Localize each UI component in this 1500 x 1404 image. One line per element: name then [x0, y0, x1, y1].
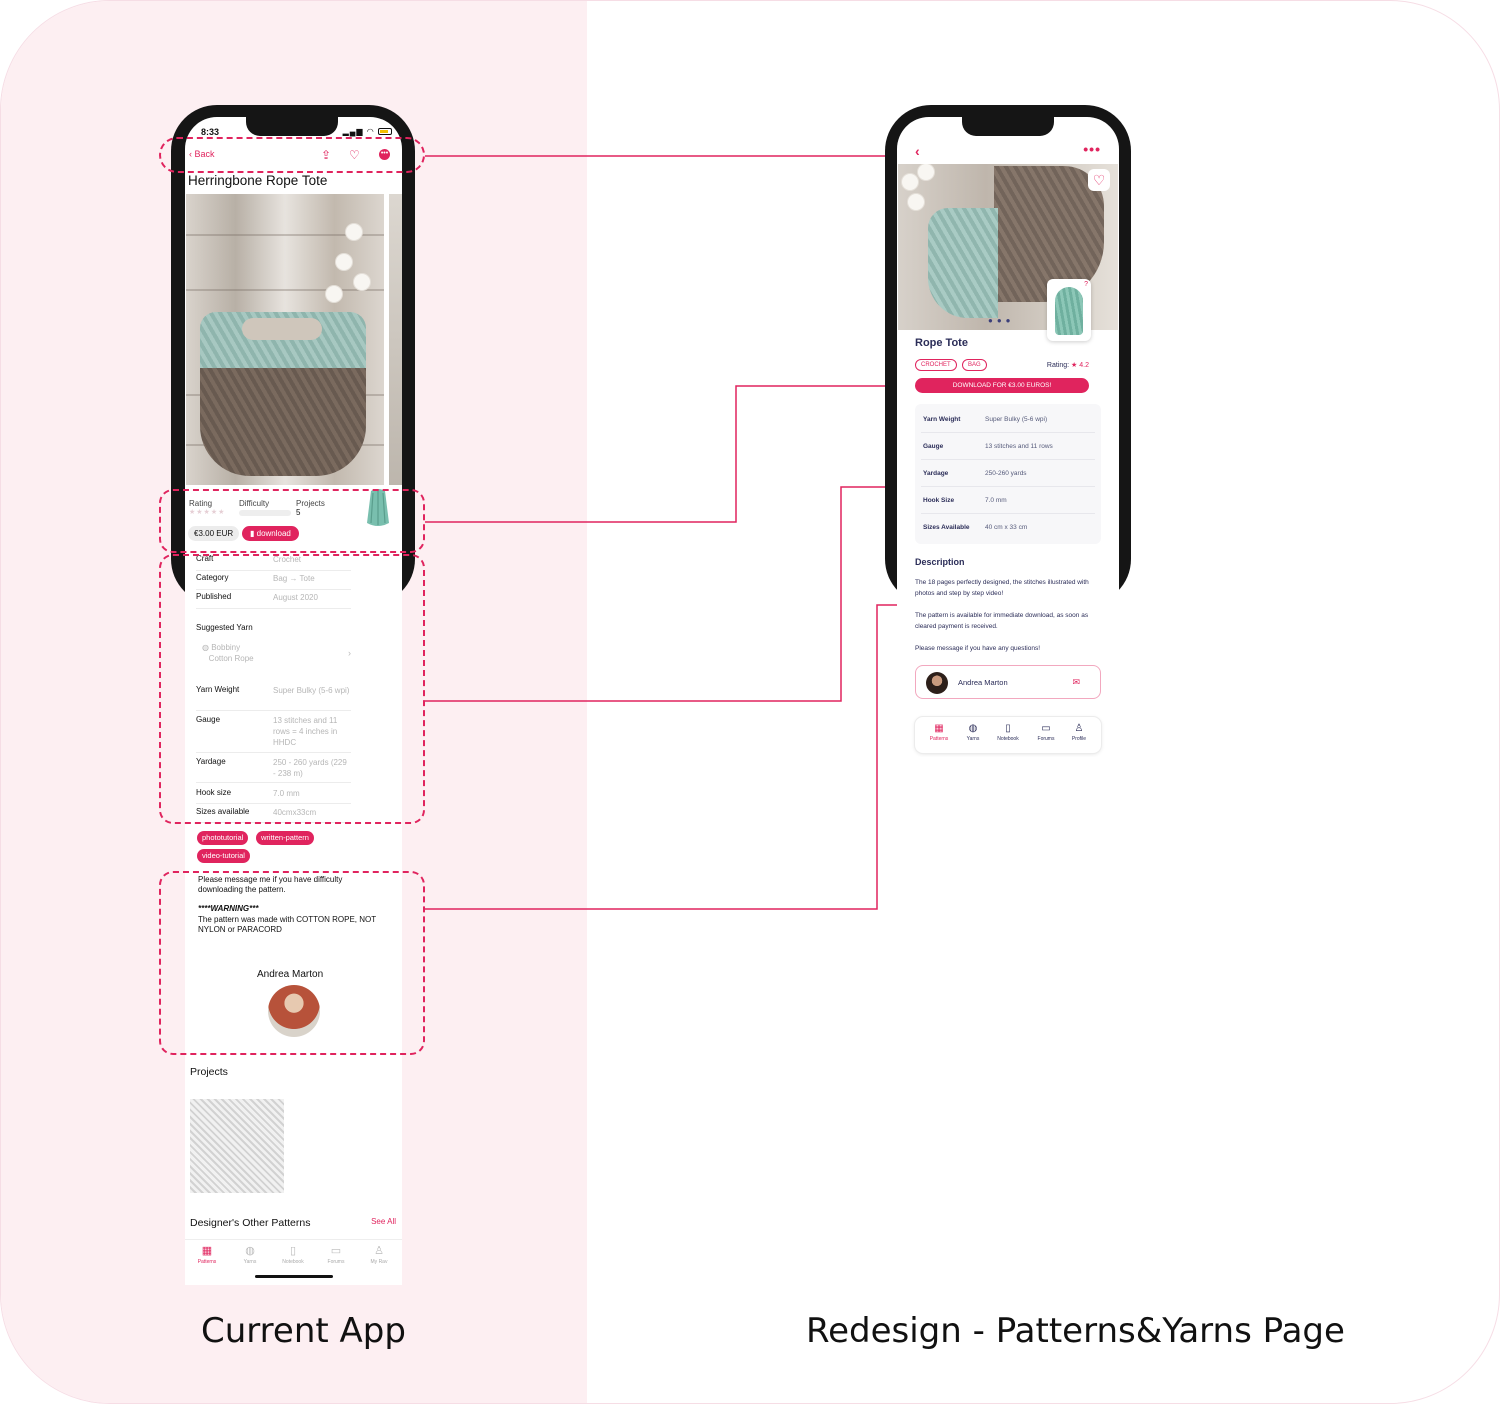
rating-value: 4.2 — [1079, 362, 1089, 369]
phone-notch — [962, 114, 1054, 136]
spec-key: Gauge — [923, 443, 944, 450]
tab-forums[interactable]: ▭ Forums — [1028, 723, 1064, 742]
chip-bag[interactable]: BAG — [962, 359, 987, 371]
description-paragraph: The 18 pages perfectly designed, the sti… — [915, 579, 1089, 597]
mail-icon[interactable]: ✉ — [1072, 677, 1080, 688]
spec-row-gauge: Gauge 13 stitches and 11 rows — [921, 433, 1095, 460]
spec-key: Sizes Available — [923, 524, 970, 531]
carousel-dots[interactable]: ●●● — [988, 316, 1015, 325]
spec-row-yarn-weight: Yarn Weight Super Bulky (5-6 wpi) — [921, 406, 1095, 433]
author-avatar — [926, 672, 948, 694]
author-name: Andrea Marton — [958, 678, 1008, 687]
spec-row-yardage: Yardage 250-260 yards — [921, 460, 1095, 487]
spec-row-hook-size: Hook Size 7.0 mm — [921, 487, 1095, 514]
description-paragraph: The pattern is available for immediate d… — [915, 612, 1089, 630]
description-paragraph: Please message if you have any questions… — [915, 645, 1041, 652]
redesign-screen: ‹ ••• ♡ ●●● ? Rope Tote CROCHET BAG Rati… — [897, 117, 1119, 757]
yarn-skein-icon — [1055, 287, 1083, 335]
tab-bar: ▦ Patterns ◍ Yarns ▯ Notebook ▭ Forums ♙ Prof… — [915, 717, 1101, 753]
author-card[interactable]: Andrea Marton ✉ — [915, 665, 1101, 699]
caption-redesign: Redesign - Patterns&Yarns Page — [806, 1311, 1345, 1351]
help-icon[interactable]: ? — [1084, 281, 1088, 288]
rating: Rating: ★ 4.2 — [1047, 361, 1089, 369]
caption-current-app: Current App — [201, 1311, 406, 1351]
spec-table: Yarn Weight Super Bulky (5-6 wpi) Gauge … — [915, 404, 1101, 544]
spec-value: 40 cm x 33 cm — [985, 524, 1028, 531]
user-icon: ♙ — [1074, 723, 1084, 734]
connector-lines — [425, 155, 909, 910]
chip-crochet[interactable]: CROCHET — [915, 359, 957, 371]
notebook-icon: ▯ — [1005, 723, 1011, 734]
bag-top-section — [928, 208, 998, 318]
tab-patterns[interactable]: ▦ Patterns — [921, 723, 957, 742]
chat-icon: ▭ — [1041, 723, 1051, 734]
spec-value: 13 stitches and 11 rows — [985, 443, 1053, 450]
description-heading: Description — [915, 557, 965, 567]
spec-key: Yarn Weight — [923, 416, 961, 423]
download-button[interactable]: DOWNLOAD FOR €3.00 EUROS! — [915, 378, 1089, 393]
grid-icon: ▦ — [934, 723, 944, 734]
back-chevron-icon[interactable]: ‹ — [915, 143, 920, 159]
presentation-board: 8:33 ▂▄▆ ◠ ‹ Back ⇪ ♡ ••• Herringbone Ro… — [0, 0, 1500, 1404]
phone-notch — [246, 114, 338, 136]
tab-profile[interactable]: ♙ Profile — [1061, 723, 1097, 742]
spec-row-sizes-available: Sizes Available 40 cm x 33 cm — [921, 514, 1095, 541]
spec-value: 250-260 yards — [985, 470, 1027, 477]
rating-label: Rating: — [1046, 362, 1070, 369]
favorite-heart-icon[interactable]: ♡ — [1088, 169, 1110, 191]
spec-value: Super Bulky (5-6 wpi) — [985, 416, 1048, 423]
spec-value: 7.0 mm — [985, 497, 1007, 504]
tab-notebook[interactable]: ▯ Notebook — [990, 723, 1026, 742]
yarn-thumbnail-card[interactable]: ? — [1047, 279, 1091, 341]
pattern-title: Rope Tote — [915, 337, 968, 349]
more-options-icon[interactable]: ••• — [1083, 141, 1101, 157]
tab-yarns[interactable]: ◍ Yarns — [955, 723, 991, 742]
spec-key: Hook Size — [923, 497, 955, 504]
star-icon: ★ — [1071, 362, 1078, 369]
yarn-ball-icon: ◍ — [968, 723, 978, 734]
spec-key: Yardage — [923, 470, 949, 477]
